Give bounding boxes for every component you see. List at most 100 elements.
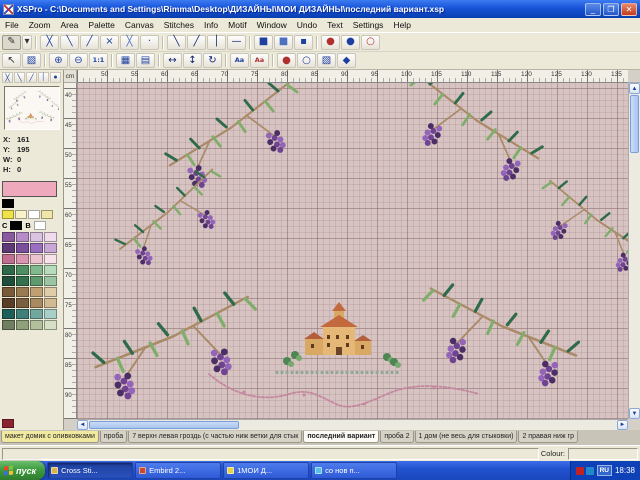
color-swatch[interactable]: [2, 199, 14, 208]
mini-back-button[interactable]: │: [38, 72, 49, 83]
taskbar-task[interactable]: Embird 2...: [135, 462, 221, 479]
half-block-button[interactable]: ■: [274, 35, 293, 50]
zoom-in-button[interactable]: ⊕: [49, 53, 68, 68]
vertical-scroll-thumb[interactable]: [630, 95, 639, 153]
menu-settings[interactable]: Settings: [348, 20, 389, 30]
quarter-stitch-button[interactable]: ×: [100, 35, 119, 50]
pencil-tool-button[interactable]: ✎: [2, 35, 21, 50]
quarter-block-button[interactable]: ▪: [294, 35, 313, 50]
menu-help[interactable]: Help: [388, 20, 415, 30]
menu-palette[interactable]: Palette: [83, 20, 119, 30]
close-button[interactable]: ✕: [621, 3, 637, 16]
text-large-button[interactable]: Aa: [250, 53, 269, 68]
color-swatch[interactable]: [15, 210, 27, 219]
color-swatch[interactable]: [41, 210, 53, 219]
mini-quarter-button[interactable]: ╱: [26, 72, 37, 83]
color-swatch[interactable]: [2, 243, 15, 253]
scroll-left-button[interactable]: ◄: [77, 420, 88, 430]
mini-knot-button[interactable]: ●: [50, 72, 61, 83]
color-swatch[interactable]: [16, 320, 29, 330]
color-swatch[interactable]: [30, 309, 43, 319]
pencil-dropdown-button[interactable]: ▾: [22, 35, 32, 50]
zoom-out-button[interactable]: ⊖: [69, 53, 88, 68]
straight-stitch-button[interactable]: │: [207, 35, 226, 50]
menu-canvas[interactable]: Canvas: [120, 20, 159, 30]
petite-stitch-button[interactable]: ·: [140, 35, 159, 50]
color-swatch[interactable]: [28, 210, 40, 219]
color-swatch[interactable]: [2, 276, 15, 286]
ruler-toggle-button[interactable]: ▤: [136, 53, 155, 68]
pattern-tab-3[interactable]: последний вариант: [303, 431, 379, 443]
tray-clock[interactable]: 18:38: [615, 466, 635, 475]
menu-zoom[interactable]: Zoom: [24, 20, 56, 30]
color-swatch[interactable]: [44, 309, 57, 319]
menu-stitches[interactable]: Stitches: [159, 20, 199, 30]
pattern-tab-2[interactable]: 7 верхн левая гроздь (с частью ниж ветки…: [128, 431, 302, 443]
color-swatch[interactable]: [44, 254, 57, 264]
pattern-fill-button[interactable]: ▧: [317, 53, 336, 68]
select-tool-button[interactable]: ↖: [2, 53, 21, 68]
mini-half-button[interactable]: ╲: [14, 72, 25, 83]
language-indicator[interactable]: RU: [597, 465, 612, 476]
pattern-tab-4[interactable]: проба 2: [380, 431, 413, 443]
grid-toggle-button[interactable]: ▦: [116, 53, 135, 68]
zoom-actual-button[interactable]: 1:1: [89, 53, 108, 68]
color-swatch[interactable]: [44, 298, 57, 308]
color-swatch[interactable]: [30, 287, 43, 297]
color-swatch[interactable]: [44, 265, 57, 275]
horizontal-scroll-thumb[interactable]: [89, 421, 239, 429]
menu-area[interactable]: Area: [55, 20, 83, 30]
color-swatch[interactable]: [44, 232, 57, 242]
three-quarter-stitch-button[interactable]: ╳: [120, 35, 139, 50]
color-swatch[interactable]: [2, 265, 15, 275]
scroll-up-button[interactable]: ▲: [629, 83, 640, 94]
motif-stamp-button[interactable]: ◆: [337, 53, 356, 68]
start-button[interactable]: пуск: [0, 461, 45, 480]
knot-blue-button[interactable]: ○: [297, 53, 316, 68]
scroll-down-button[interactable]: ▼: [629, 408, 640, 419]
color-swatch[interactable]: [16, 232, 29, 242]
color-swatch[interactable]: [44, 276, 57, 286]
color-swatch[interactable]: [2, 309, 15, 319]
full-block-button[interactable]: ■: [254, 35, 273, 50]
b-color-swatch[interactable]: [34, 221, 46, 230]
color-swatch[interactable]: [30, 298, 43, 308]
taskbar-task[interactable]: со нов п...: [311, 462, 397, 479]
color-swatch[interactable]: [2, 298, 15, 308]
full-cross-stitch-button[interactable]: ╳: [40, 35, 59, 50]
color-swatch[interactable]: [16, 309, 29, 319]
color-swatch[interactable]: [16, 254, 29, 264]
color-swatch[interactable]: [44, 243, 57, 253]
taskbar-task[interactable]: Cross Sti...: [47, 462, 133, 479]
color-swatch[interactable]: [2, 419, 14, 428]
knot-red-button[interactable]: ●: [277, 53, 296, 68]
mini-cross-button[interactable]: ╳: [2, 72, 13, 83]
long-stitch-button[interactable]: —: [227, 35, 246, 50]
hollow-bead-button[interactable]: ○: [361, 35, 380, 50]
flip-horizontal-button[interactable]: ↔: [163, 53, 182, 68]
maximize-button[interactable]: ❐: [603, 3, 619, 16]
taskbar-task[interactable]: 1МОИ Д...: [223, 462, 309, 479]
color-swatch[interactable]: [44, 287, 57, 297]
backstitch-button[interactable]: ╲: [167, 35, 186, 50]
half-stitch-back-button[interactable]: ╲: [60, 35, 79, 50]
menu-text[interactable]: Text: [322, 20, 348, 30]
bead-button[interactable]: ●: [341, 35, 360, 50]
rotate-button[interactable]: ↻: [203, 53, 222, 68]
horizontal-scrollbar[interactable]: ◄ ►: [77, 419, 628, 430]
pattern-tab-0[interactable]: макет домик с оливковками: [1, 431, 99, 443]
color-swatch[interactable]: [16, 243, 29, 253]
french-knot-button[interactable]: ●: [321, 35, 340, 50]
stitch-canvas[interactable]: [77, 83, 628, 419]
tray-icon-red[interactable]: [576, 467, 584, 475]
color-swatch[interactable]: [16, 265, 29, 275]
vertical-scrollbar[interactable]: ▲ ▼: [628, 83, 640, 419]
backstitch-forward-button[interactable]: ╱: [187, 35, 206, 50]
color-swatch[interactable]: [30, 265, 43, 275]
color-swatch[interactable]: [16, 298, 29, 308]
color-swatch[interactable]: [30, 254, 43, 264]
menu-undo[interactable]: Undo: [292, 20, 322, 30]
selected-color-swatch[interactable]: [2, 181, 57, 197]
pattern-tab-1[interactable]: проба: [100, 431, 127, 443]
color-swatch[interactable]: [2, 232, 15, 242]
